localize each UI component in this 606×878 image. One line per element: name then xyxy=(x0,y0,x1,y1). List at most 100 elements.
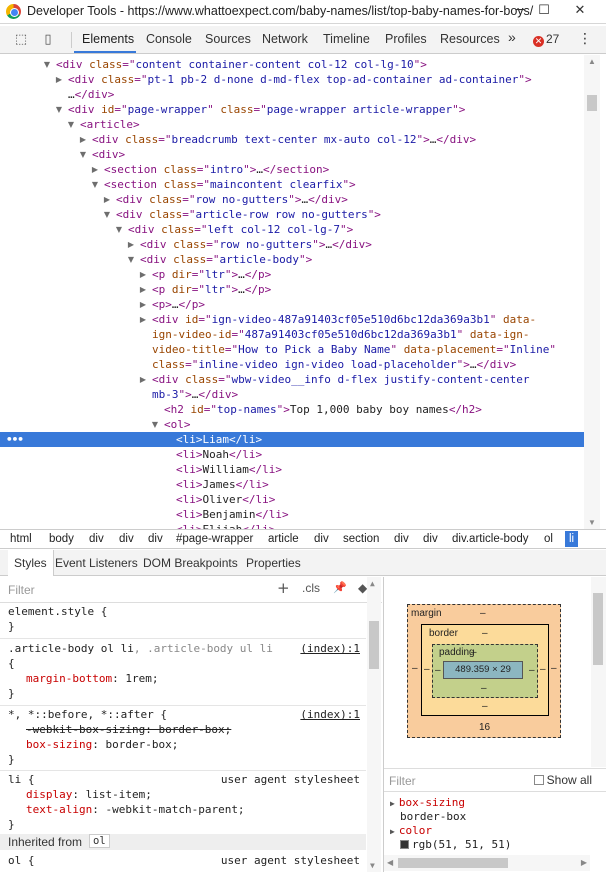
dom-node[interactable]: ▼ <div class="left col-12 col-lg-7"> xyxy=(0,222,584,237)
expand-arrow-icon[interactable]: ▶ xyxy=(390,799,395,808)
show-all-checkbox[interactable] xyxy=(533,775,544,785)
tab-console[interactable]: Console xyxy=(146,32,192,46)
collapse-triangle-icon[interactable]: ▼ xyxy=(114,222,124,237)
styles-scroll-thumb[interactable] xyxy=(369,621,379,669)
computed-prop-color[interactable]: ▶ color xyxy=(390,824,432,837)
rule4-selector[interactable]: ol { xyxy=(8,854,35,867)
styles-filter-input[interactable]: Filter xyxy=(8,583,35,597)
dom-tree[interactable]: ▼ <div class="content container-content c… xyxy=(0,55,584,529)
tab-styles[interactable]: Styles xyxy=(8,550,54,576)
dom-node[interactable]: video-title="How to Pick a Baby Name" da… xyxy=(0,342,584,357)
breadcrumb-item[interactable]: div xyxy=(314,533,329,545)
expand-triangle-icon[interactable]: ▶ xyxy=(78,132,88,147)
dom-scroll-thumb[interactable] xyxy=(587,95,597,111)
scroll-left-arrow-icon[interactable]: ◀ xyxy=(387,858,393,867)
scroll-up-arrow-icon[interactable]: ▲ xyxy=(370,579,375,588)
dom-node[interactable]: class="inline-video ign-video load-place… xyxy=(0,357,584,372)
inherited-element-link[interactable]: ol xyxy=(89,834,110,848)
show-all-toggle[interactable]: Show all xyxy=(533,773,592,787)
color-swatch[interactable] xyxy=(400,840,409,849)
collapse-triangle-icon[interactable]: ▼ xyxy=(150,417,160,432)
expand-triangle-icon[interactable]: ▶ xyxy=(138,312,148,327)
scroll-up-arrow-icon[interactable]: ▲ xyxy=(588,57,596,66)
tab-properties[interactable]: Properties xyxy=(246,556,301,570)
dom-node[interactable]: ign-video-id="487a91403cf05e510d6bc12da3… xyxy=(0,327,584,342)
tab-network[interactable]: Network xyxy=(262,32,308,46)
breadcrumb-item[interactable]: div xyxy=(89,533,104,545)
collapse-triangle-icon[interactable]: ▼ xyxy=(102,207,112,222)
scroll-down-arrow-icon[interactable]: ▼ xyxy=(370,861,375,870)
dom-node[interactable]: ▶ <div class="pt-1 pb-2 d-none d-md-flex … xyxy=(0,72,584,87)
breadcrumb-item[interactable]: html xyxy=(10,533,32,545)
box-model-scrollbar[interactable] xyxy=(591,577,606,767)
box-model-padding[interactable]: padding – – – – 489.359 × 29 xyxy=(432,644,538,698)
border-right-value[interactable]: – xyxy=(540,664,546,675)
element-style-selector[interactable]: element.style { xyxy=(8,605,107,618)
expand-triangle-icon[interactable]: ▶ xyxy=(102,192,112,207)
expand-triangle-icon[interactable]: ▶ xyxy=(138,267,148,282)
tab-profiles[interactable]: Profiles xyxy=(385,32,427,46)
collapse-triangle-icon[interactable]: ▼ xyxy=(42,57,52,72)
computed-filter-input[interactable]: Filter xyxy=(389,774,416,788)
margin-left-value[interactable]: – xyxy=(412,663,418,674)
computed-prop-box-sizing[interactable]: ▶ box-sizing xyxy=(390,796,465,809)
inspect-element-icon[interactable]: ⬚ xyxy=(13,32,29,48)
tab-dom-breakpoints[interactable]: DOM Breakpoints xyxy=(143,556,238,570)
box-model-border[interactable]: border – – – – padding – – – – 489.359 ×… xyxy=(421,624,549,716)
tab-resources[interactable]: Resources xyxy=(440,32,500,46)
toggle-state-icon[interactable]: ◆ xyxy=(358,581,367,595)
dom-node[interactable]: ▶ <div class="row no-gutters">…</div> xyxy=(0,237,584,252)
dom-node[interactable]: ▼ <div class="article-body"> xyxy=(0,252,584,267)
dom-node[interactable]: ▶ <p dir="ltr">…</p> xyxy=(0,267,584,282)
dom-node[interactable]: ▼ <section class="maincontent clearfix"> xyxy=(0,177,584,192)
collapse-triangle-icon[interactable]: ▼ xyxy=(66,117,76,132)
error-counter[interactable]: ✕ 27 xyxy=(533,32,559,47)
dom-node[interactable]: <li>James</li> xyxy=(0,477,584,492)
breadcrumb-item[interactable]: div xyxy=(394,533,409,545)
device-mode-icon[interactable]: ▯ xyxy=(40,32,56,48)
breadcrumb-item[interactable]: #page-wrapper xyxy=(176,533,253,545)
dom-node[interactable]: ▶ <div class="breadcrumb text-center mx-a… xyxy=(0,132,584,147)
rule2-declaration[interactable]: box-sizing: border-box; xyxy=(26,738,178,751)
rule2-source-link[interactable]: (index):1 xyxy=(300,708,360,721)
dom-node[interactable]: <li>Benjamin</li> xyxy=(0,507,584,522)
margin-top-value[interactable]: – xyxy=(480,608,486,619)
dom-node[interactable]: ▼ <article> xyxy=(0,117,584,132)
tab-timeline[interactable]: Timeline xyxy=(323,32,370,46)
expand-arrow-icon[interactable]: ▶ xyxy=(390,827,395,836)
dom-node[interactable]: <h2 id="top-names">Top 1,000 baby boy na… xyxy=(0,402,584,417)
tab-elements[interactable]: Elements xyxy=(82,32,134,46)
tab-event-listeners[interactable]: Event Listeners xyxy=(55,556,138,570)
dom-node-selected[interactable]: ••• <li>Liam</li> xyxy=(0,432,584,447)
more-tabs-button[interactable]: » xyxy=(508,29,516,45)
collapse-triangle-icon[interactable]: ▼ xyxy=(126,252,136,267)
dom-node[interactable]: ▶ <p>…</p> xyxy=(0,297,584,312)
breadcrumb-item[interactable]: article xyxy=(268,533,299,545)
scroll-down-arrow-icon[interactable]: ▼ xyxy=(588,518,596,527)
dom-node[interactable]: <li>Elijah</li> xyxy=(0,522,584,529)
collapse-triangle-icon[interactable]: ▼ xyxy=(78,147,88,162)
padding-left-value[interactable]: – xyxy=(435,665,441,676)
box-model-scroll-thumb[interactable] xyxy=(593,593,603,665)
computed-scroll-thumb[interactable] xyxy=(398,858,508,868)
margin-bottom-value[interactable]: 16 xyxy=(479,722,490,733)
rule1-selector[interactable]: .article-body ol li, .article-body ul li xyxy=(8,642,273,655)
breadcrumb-item[interactable]: div xyxy=(148,533,163,545)
rule3-selector[interactable]: li { xyxy=(8,773,35,786)
dom-scrollbar[interactable]: ▲ ▼ xyxy=(584,55,600,529)
breadcrumb-item[interactable]: div xyxy=(119,533,134,545)
customize-menu-icon[interactable]: ⋮ xyxy=(578,30,592,47)
rule3-declaration-display[interactable]: display: list-item; xyxy=(26,788,152,801)
dom-node[interactable]: mb-3">…</div> xyxy=(0,387,584,402)
expand-triangle-icon[interactable]: ▶ xyxy=(138,282,148,297)
dom-node[interactable]: ▼ <div class="article-row row no-gutters"… xyxy=(0,207,584,222)
dom-node[interactable]: <li>Oliver</li> xyxy=(0,492,584,507)
breadcrumb-item[interactable]: div xyxy=(423,533,438,545)
breadcrumb-item-active[interactable]: li xyxy=(565,531,579,547)
breadcrumb-item[interactable]: ol xyxy=(544,533,553,545)
computed-horizontal-scrollbar[interactable]: ◀ ▶ xyxy=(384,855,590,871)
dom-node[interactable]: …</div> xyxy=(0,87,584,102)
collapse-triangle-icon[interactable]: ▼ xyxy=(54,102,64,117)
expand-triangle-icon[interactable]: ▶ xyxy=(138,372,148,387)
dom-node[interactable]: ▼ <ol> xyxy=(0,417,584,432)
